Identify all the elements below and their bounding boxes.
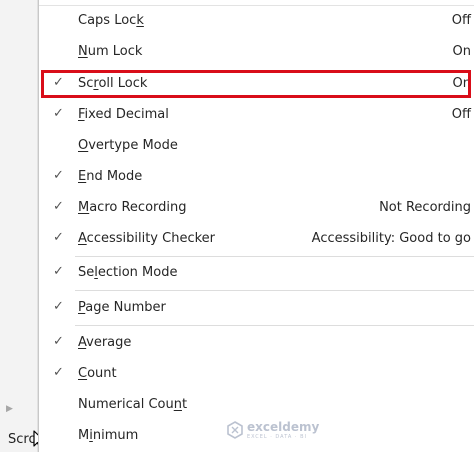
menu-separator [75,325,474,326]
menu-item-label: End Mode [78,169,143,184]
menu-item-fixed-decimal[interactable]: ✓ Fixed Decimal Off [39,102,474,129]
menu-item-macro-recording[interactable]: ✓ Macro Recording Not Recording [39,195,474,222]
checkmark-icon: ✓ [53,365,64,380]
menu-separator [75,256,474,257]
checkmark-icon: ✓ [53,334,64,349]
menu-item-label: Numerical Count [78,397,188,412]
menu-item-value: Off [451,13,471,28]
menu-item-value: Off [451,107,471,122]
checkmark-icon: ✓ [53,299,64,314]
menu-item-label: Caps Lock [78,13,144,28]
menu-item-value: On [452,44,471,59]
checkmark-icon: ✓ [53,199,64,214]
menu-item-label: Average [78,335,132,350]
checkmark-icon: ✓ [53,230,64,245]
menu-item-label: Page Number [78,300,166,315]
menu-item-accessibility-checker[interactable]: ✓ Accessibility Checker Accessibility: G… [39,226,474,253]
sheet-area-strip: ▶ Scro [0,0,38,452]
menu-item-numerical-count[interactable]: Numerical Count [39,392,474,419]
checkmark-icon: ✓ [53,106,64,121]
menu-item-num-lock[interactable]: Num Lock On [39,39,474,66]
scroll-lock-highlight-box [41,70,471,98]
exceldemy-logo-icon [227,421,243,439]
menu-item-overtype-mode[interactable]: Overtype Mode [39,133,474,160]
menu-item-label: Overtype Mode [78,138,178,153]
menu-item-label: Count [78,366,117,381]
watermark-tagline: EXCEL · DATA · BI [247,434,307,440]
checkmark-icon: ✓ [53,264,64,279]
menu-item-label: Num Lock [78,44,143,59]
menu-item-average[interactable]: ✓ Average [39,330,474,357]
menu-item-caps-lock[interactable]: Caps Lock Off [39,8,474,35]
scroll-right-arrow-icon[interactable]: ▶ [6,404,13,414]
customize-status-bar-menu: Caps Lock Off Num Lock On ✓ Scroll Lock … [38,0,474,452]
checkmark-icon: ✓ [53,168,64,183]
menu-item-value: Not Recording [379,200,471,215]
menu-item-label: Accessibility Checker [78,231,216,246]
menu-item-label: Selection Mode [78,265,178,280]
menu-item-selection-mode[interactable]: ✓ Selection Mode [39,260,474,287]
menu-item-label: Fixed Decimal [78,107,169,122]
menu-item-label: Macro Recording [78,200,187,215]
menu-top-divider [39,5,474,6]
menu-item-end-mode[interactable]: ✓ End Mode [39,164,474,191]
menu-separator [75,290,474,291]
menu-item-count[interactable]: ✓ Count [39,361,474,388]
menu-item-page-number[interactable]: ✓ Page Number [39,295,474,322]
watermark-name: exceldemy [247,420,320,434]
menu-item-value: Accessibility: Good to go [311,231,471,246]
menu-item-label: Minimum [78,428,139,443]
